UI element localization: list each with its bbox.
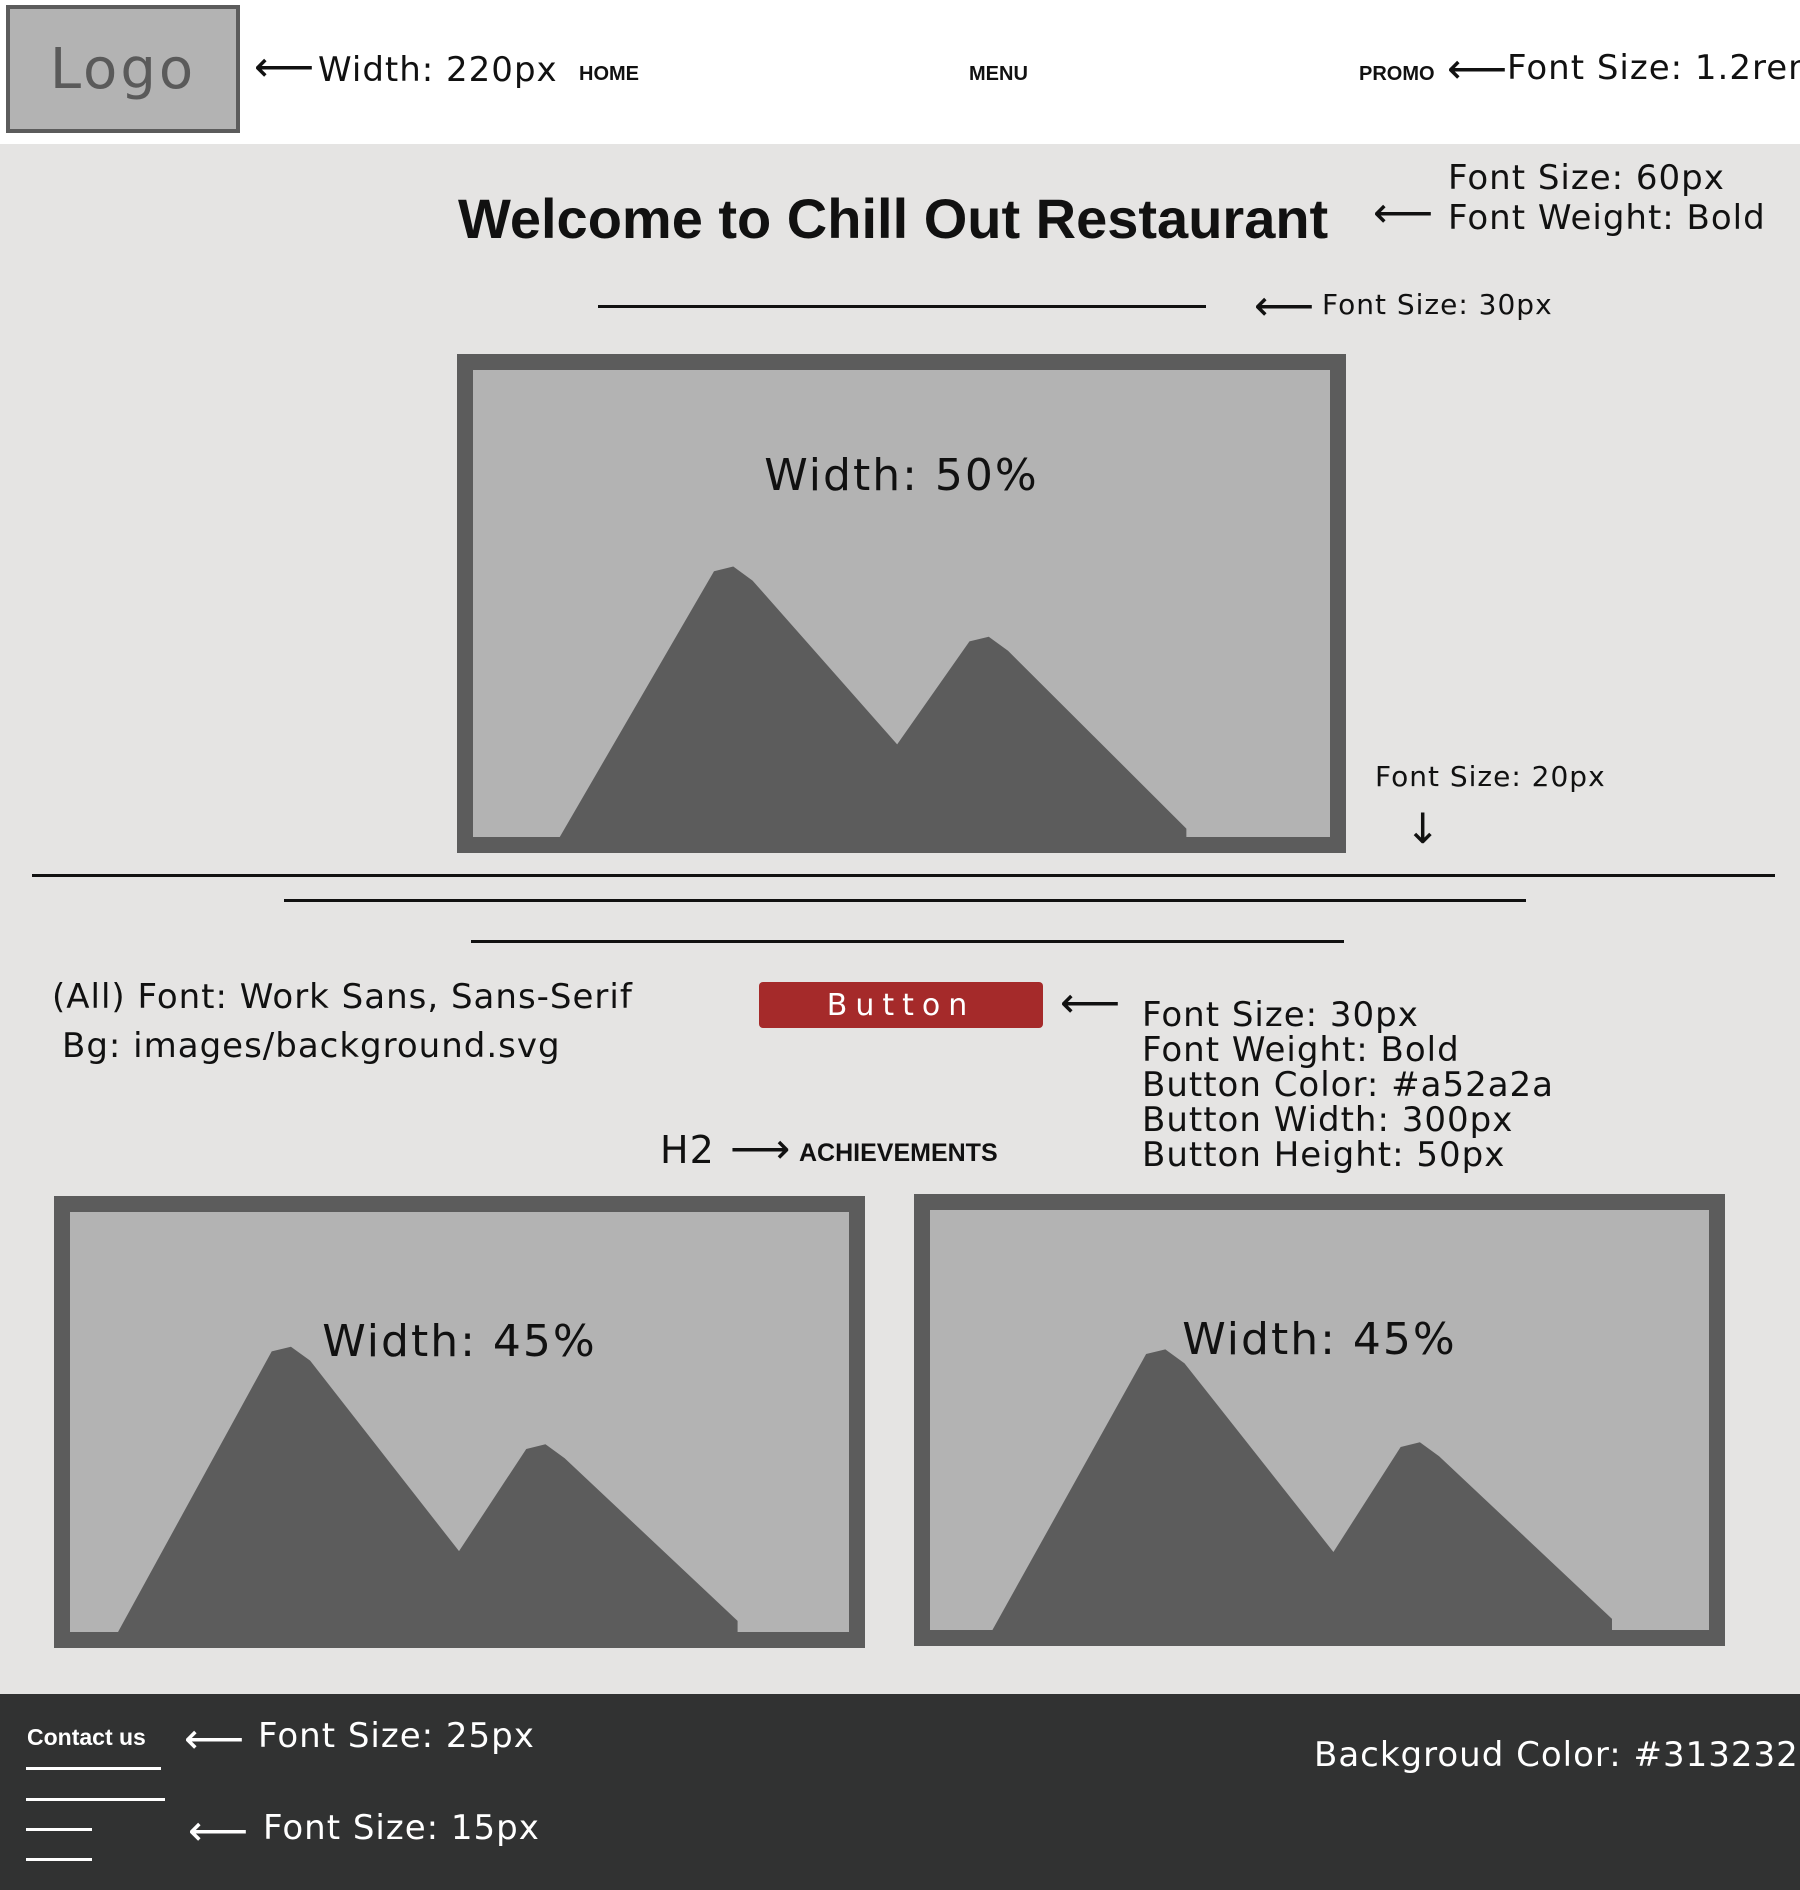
- achievement-image-right: Width: 45%: [914, 1194, 1725, 1646]
- nav-font-note: Font Size: 1.2rem: [1507, 48, 1800, 88]
- arrow-left-icon: ⟵: [184, 1714, 245, 1763]
- mountain-image-icon: [118, 1346, 738, 1632]
- button-height-note: Button Height: 50px: [1142, 1135, 1506, 1175]
- arrow-left-icon: ⟵: [1447, 44, 1508, 93]
- button-color-note: Button Color: #a52a2a: [1142, 1065, 1555, 1105]
- arrow-left-icon: ⟵: [254, 42, 315, 91]
- button-width-note: Button Width: 300px: [1142, 1100, 1514, 1140]
- page-title: Welcome to Chill Out Restaurant: [458, 187, 1329, 250]
- arrow-left-icon: ⟵: [188, 1806, 249, 1855]
- footer-underline: [26, 1767, 161, 1770]
- footer-link-line[interactable]: [26, 1828, 92, 1831]
- hero-image-placeholder: Width: 50%: [457, 354, 1346, 853]
- h2-marker: H2: [660, 1128, 715, 1172]
- subtitle-font-note: Font Size: 30px: [1322, 288, 1553, 321]
- footer-bg-note: Backgroud Color: #313232: [1314, 1735, 1799, 1775]
- contact-us-heading: Contact us: [27, 1724, 146, 1750]
- mountain-image-icon: [559, 566, 1187, 837]
- achievement-right-label: Width: 45%: [1182, 1314, 1457, 1365]
- font-note: (All) Font: Work Sans, Sans-Serif: [52, 977, 633, 1017]
- button-font-weight-note: Font Weight: Bold: [1142, 1030, 1460, 1070]
- cta-button[interactable]: Button: [759, 982, 1043, 1028]
- achievement-image-left: Width: 45%: [54, 1196, 865, 1648]
- paragraph-line: [32, 874, 1775, 877]
- nav-home-link[interactable]: HOME: [579, 63, 639, 86]
- paragraph-line: [471, 940, 1344, 943]
- arrow-left-icon: ⟵: [1254, 281, 1315, 330]
- nav-promo-link[interactable]: PROMO: [1359, 63, 1435, 86]
- arrow-left-icon: ⟵: [1373, 188, 1434, 237]
- paragraph-font-note: Font Size: 20px: [1375, 760, 1606, 793]
- arrow-right-icon: ⟶: [730, 1124, 791, 1173]
- achievement-left-label: Width: 45%: [322, 1316, 597, 1367]
- title-weight-note: Font Weight: Bold: [1448, 198, 1766, 238]
- logo[interactable]: Logo: [6, 5, 240, 133]
- paragraph-line: [284, 899, 1526, 902]
- nav-menu-link[interactable]: MENU: [969, 63, 1028, 86]
- hero-image-label: Width: 50%: [764, 450, 1039, 501]
- logo-width-note: Width: 220px: [318, 50, 558, 90]
- button-font-size-note: Font Size: 30px: [1142, 995, 1419, 1035]
- subtitle-line: [598, 305, 1206, 308]
- background-note: Bg: images/background.svg: [62, 1026, 561, 1066]
- footer-link-line[interactable]: [26, 1858, 92, 1861]
- achievements-heading: ACHIEVEMENTS: [799, 1139, 998, 1167]
- title-size-note: Font Size: 60px: [1448, 158, 1725, 198]
- contact-font-note: Font Size: 25px: [258, 1716, 535, 1756]
- header: Logo ⟵ Width: 220px HOME MENU PROMO ⟵ Fo…: [0, 0, 1800, 144]
- arrow-left-icon: ⟵: [1060, 978, 1121, 1027]
- footer-link-line[interactable]: [26, 1798, 165, 1801]
- links-font-note: Font Size: 15px: [263, 1808, 540, 1848]
- mountain-image-icon: [992, 1349, 1612, 1630]
- arrow-down-icon: ↓: [1405, 804, 1441, 853]
